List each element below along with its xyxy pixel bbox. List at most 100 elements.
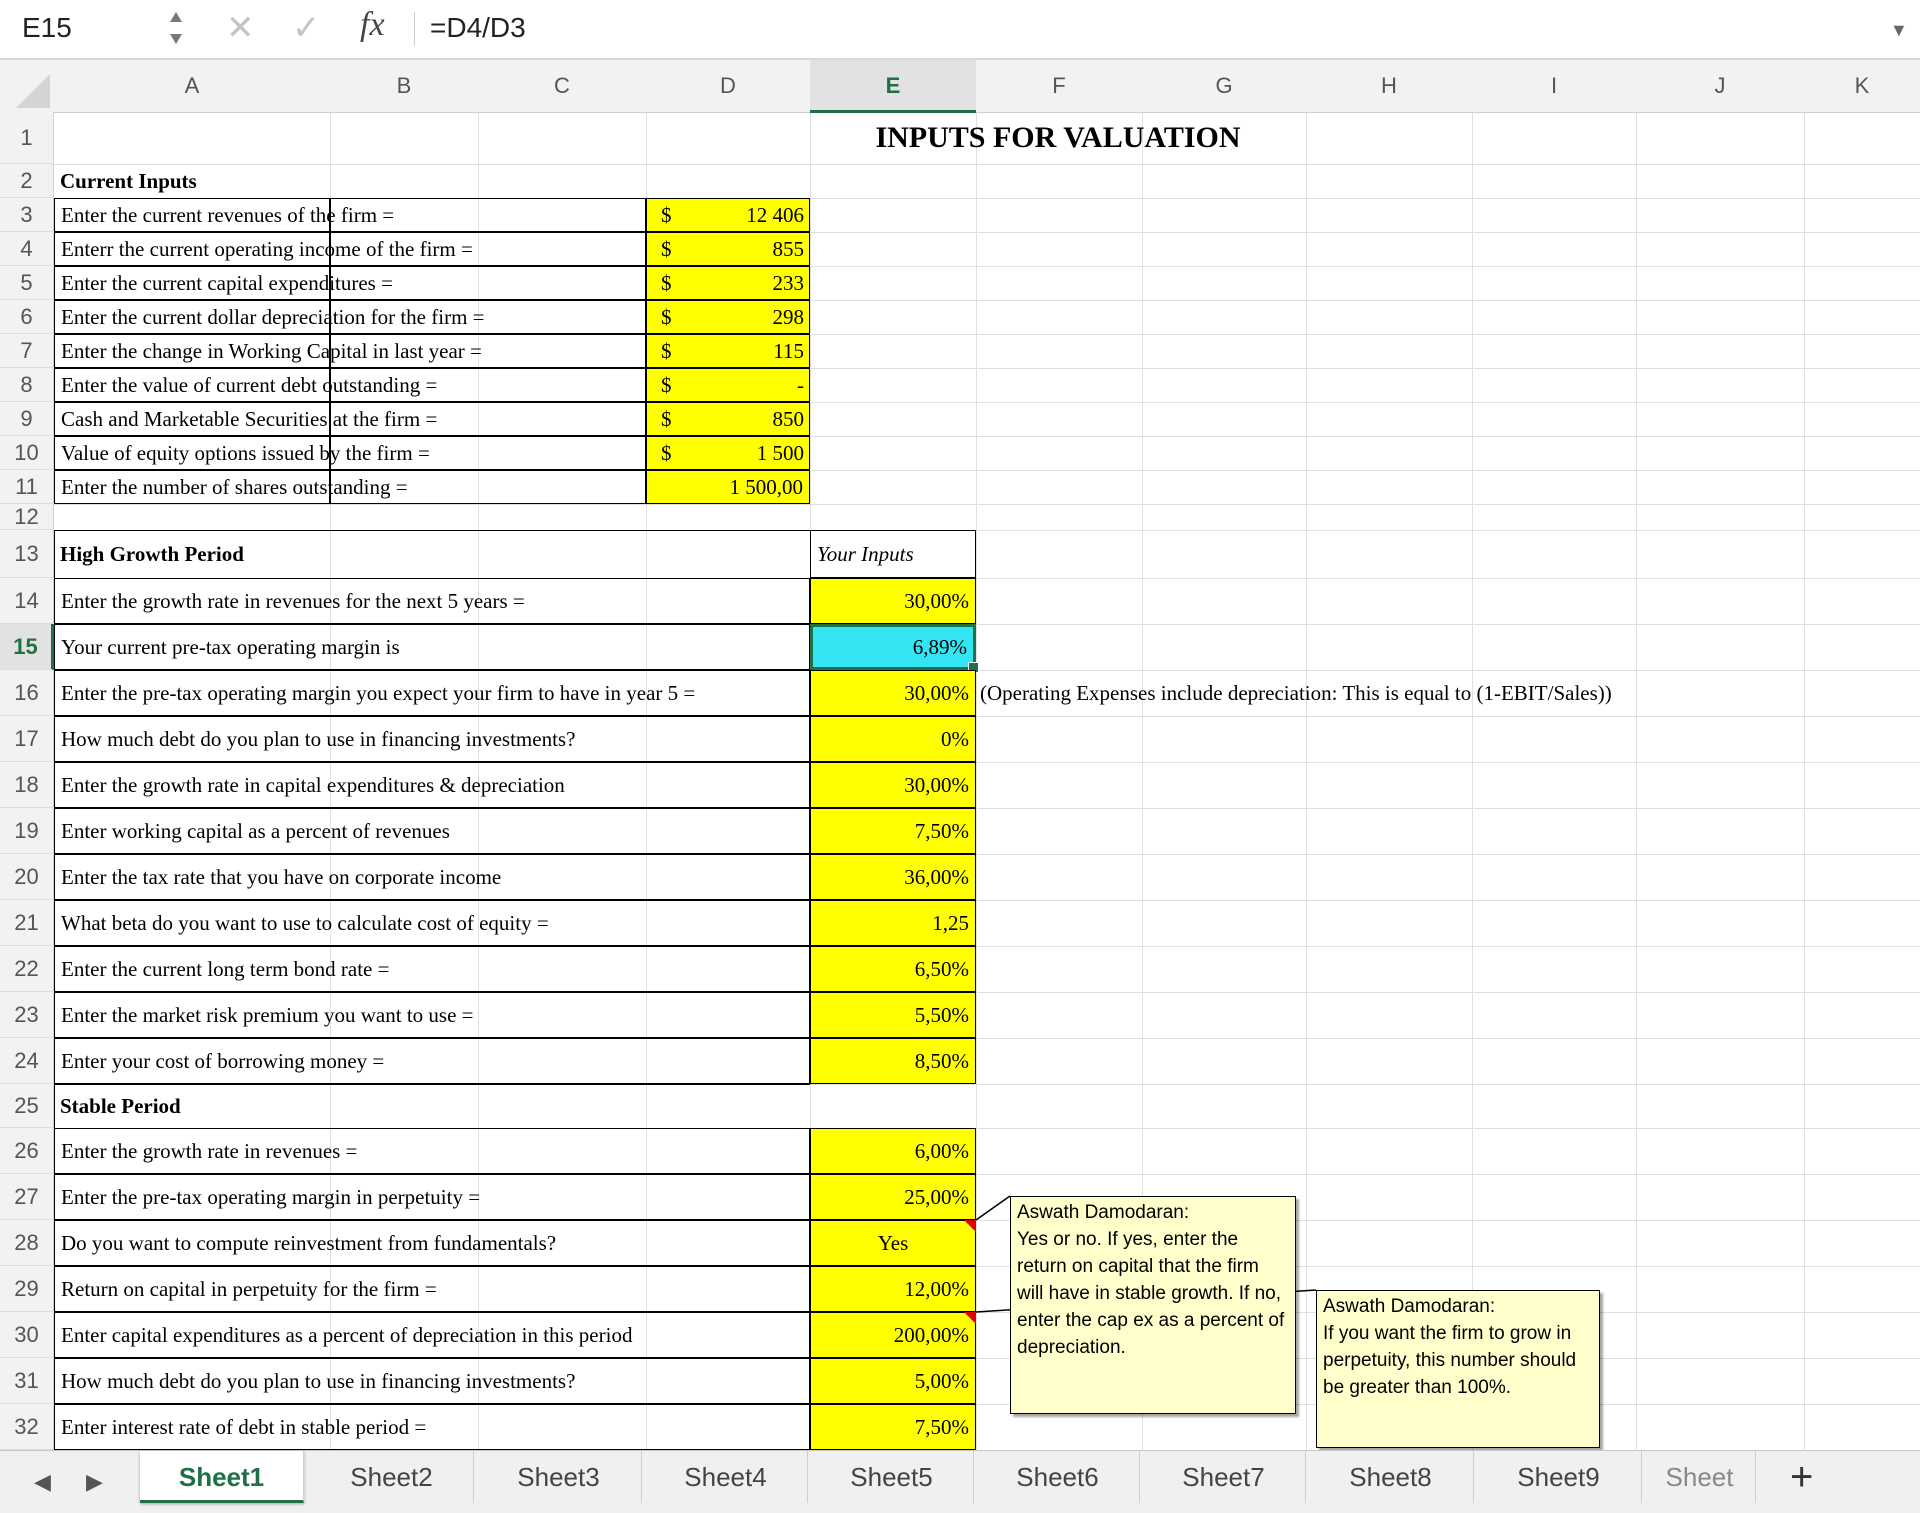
column-header-j[interactable]: J <box>1636 60 1805 113</box>
input-value[interactable]: 5,50% <box>810 992 976 1038</box>
input-value[interactable]: 5,00% <box>810 1358 976 1404</box>
row-header-23[interactable]: 23 <box>0 992 54 1038</box>
input-value[interactable]: 200,00% <box>810 1312 976 1358</box>
sheet-tab-2[interactable]: Sheet2 <box>310 1451 474 1503</box>
row-header-5[interactable]: 5 <box>0 266 54 300</box>
margin-note: (Operating Expenses include depreciation… <box>980 680 1612 705</box>
cancel-icon[interactable]: ✕ <box>226 8 255 48</box>
row-header-20[interactable]: 20 <box>0 854 54 900</box>
row-header-12[interactable]: 12 <box>0 504 54 530</box>
row-header-11[interactable]: 11 <box>0 470 54 504</box>
input-value[interactable]: 1 500,00 <box>646 470 810 504</box>
column-header-f[interactable]: F <box>976 60 1143 113</box>
column-header-h[interactable]: H <box>1306 60 1473 113</box>
input-value[interactable]: 30,00% <box>810 762 976 808</box>
sheet-tab-3[interactable]: Sheet3 <box>476 1451 642 1503</box>
formula-input[interactable]: =D4/D3 <box>430 12 526 44</box>
sheet-tab-10[interactable]: Sheet <box>1644 1451 1756 1503</box>
row-header-25[interactable]: 25 <box>0 1084 54 1128</box>
row-header-7[interactable]: 7 <box>0 334 54 368</box>
comment-indicator[interactable] <box>964 1312 976 1324</box>
input-value: - <box>797 372 804 397</box>
row-header-8[interactable]: 8 <box>0 368 54 402</box>
row-header-18[interactable]: 18 <box>0 762 54 808</box>
input-value: 850 <box>772 406 805 431</box>
row-header-3[interactable]: 3 <box>0 198 54 232</box>
sheet-tab-8[interactable]: Sheet8 <box>1308 1451 1474 1503</box>
row-header-13[interactable]: 13 <box>0 530 54 578</box>
expand-formula-bar-icon[interactable]: ▼ <box>1890 20 1908 41</box>
next-sheet-icon[interactable]: ▶ <box>86 1469 103 1495</box>
select-all-corner[interactable] <box>0 60 55 113</box>
input-value[interactable]: 12,00% <box>810 1266 976 1312</box>
insert-function-icon[interactable]: fx <box>360 6 385 44</box>
input-value[interactable]: 30,00% <box>810 670 976 716</box>
label-box <box>330 368 646 402</box>
input-value[interactable]: Yes <box>810 1220 976 1266</box>
row-header-1[interactable]: 1 <box>0 112 54 164</box>
row-header-31[interactable]: 31 <box>0 1358 54 1404</box>
column-header-c[interactable]: C <box>478 60 647 113</box>
formula-separator <box>414 12 415 46</box>
confirm-icon[interactable]: ✓ <box>292 8 321 48</box>
row-header-24[interactable]: 24 <box>0 1038 54 1084</box>
row-header-16[interactable]: 16 <box>0 670 54 716</box>
sheet-tab-7[interactable]: Sheet7 <box>1142 1451 1306 1503</box>
sheet-tab-1[interactable]: Sheet1 <box>140 1451 304 1503</box>
row-header-14[interactable]: 14 <box>0 578 54 624</box>
row-header-21[interactable]: 21 <box>0 900 54 946</box>
input-value[interactable]: 36,00% <box>810 854 976 900</box>
column-header-i[interactable]: I <box>1472 60 1637 113</box>
sheet-tab-5[interactable]: Sheet5 <box>810 1451 974 1503</box>
spreadsheet-grid[interactable]: A B C D E F G H I J K 1 2 3 4 5 6 7 8 9 10 11 12 13 14 15 16 17 18 19… <box>0 60 1920 1450</box>
row-header-15[interactable]: 15 <box>0 624 54 670</box>
sheet-tab-6[interactable]: Sheet6 <box>976 1451 1140 1503</box>
grid-line <box>54 164 1920 165</box>
add-sheet-button[interactable]: + <box>1790 1455 1813 1500</box>
row-header-30[interactable]: 30 <box>0 1312 54 1358</box>
name-box[interactable]: E15 <box>22 12 72 44</box>
row-header-27[interactable]: 27 <box>0 1174 54 1220</box>
column-header-a[interactable]: A <box>54 60 331 113</box>
row-header-28[interactable]: 28 <box>0 1220 54 1266</box>
input-value[interactable]: 0% <box>810 716 976 762</box>
column-header-d[interactable]: D <box>646 60 811 113</box>
row-header-32[interactable]: 32 <box>0 1404 54 1450</box>
input-label: Enter working capital as a percent of re… <box>54 808 810 854</box>
comment-indicator[interactable] <box>964 1220 976 1232</box>
row-header-4[interactable]: 4 <box>0 232 54 266</box>
column-header-k[interactable]: K <box>1804 60 1920 113</box>
input-label: Enter the pre-tax operating margin in pe… <box>54 1174 810 1220</box>
row-header-19[interactable]: 19 <box>0 808 54 854</box>
input-value[interactable]: 7,50% <box>810 1404 976 1450</box>
input-value[interactable]: 1,25 <box>810 900 976 946</box>
row-header-22[interactable]: 22 <box>0 946 54 992</box>
column-header-e[interactable]: E <box>810 60 977 113</box>
row-header-26[interactable]: 26 <box>0 1128 54 1174</box>
row-header-17[interactable]: 17 <box>0 716 54 762</box>
sheet-tab-9[interactable]: Sheet9 <box>1476 1451 1642 1503</box>
prev-sheet-icon[interactable]: ◀ <box>34 1469 51 1495</box>
input-value[interactable]: 6,50% <box>810 946 976 992</box>
input-value[interactable]: 25,00% <box>810 1174 976 1220</box>
input-label: Do you want to compute reinvestment from… <box>54 1220 810 1266</box>
input-value[interactable]: 6,00% <box>810 1128 976 1174</box>
sheet-tab-4[interactable]: Sheet4 <box>644 1451 808 1503</box>
input-value: 233 <box>772 270 805 295</box>
input-value[interactable]: 7,50% <box>810 808 976 854</box>
label-box <box>330 334 646 368</box>
row-header-2[interactable]: 2 <box>0 164 54 198</box>
row-header-6[interactable]: 6 <box>0 300 54 334</box>
name-box-stepper-icon[interactable] <box>166 6 186 50</box>
comment-reinvestment[interactable]: Aswath Damodaran: Yes or no. If yes, ent… <box>1010 1196 1296 1414</box>
row-header-9[interactable]: 9 <box>0 402 54 436</box>
row-header-29[interactable]: 29 <box>0 1266 54 1312</box>
input-value[interactable]: 30,00% <box>810 578 976 624</box>
comment-capex-percent[interactable]: Aswath Damodaran: If you want the firm t… <box>1316 1290 1600 1448</box>
column-header-b[interactable]: B <box>330 60 479 113</box>
input-value[interactable]: 8,50% <box>810 1038 976 1084</box>
input-label: What beta do you want to use to calculat… <box>54 900 810 946</box>
column-header-g[interactable]: G <box>1142 60 1307 113</box>
selected-cell-e15[interactable]: 6,89% <box>810 624 979 673</box>
row-header-10[interactable]: 10 <box>0 436 54 470</box>
